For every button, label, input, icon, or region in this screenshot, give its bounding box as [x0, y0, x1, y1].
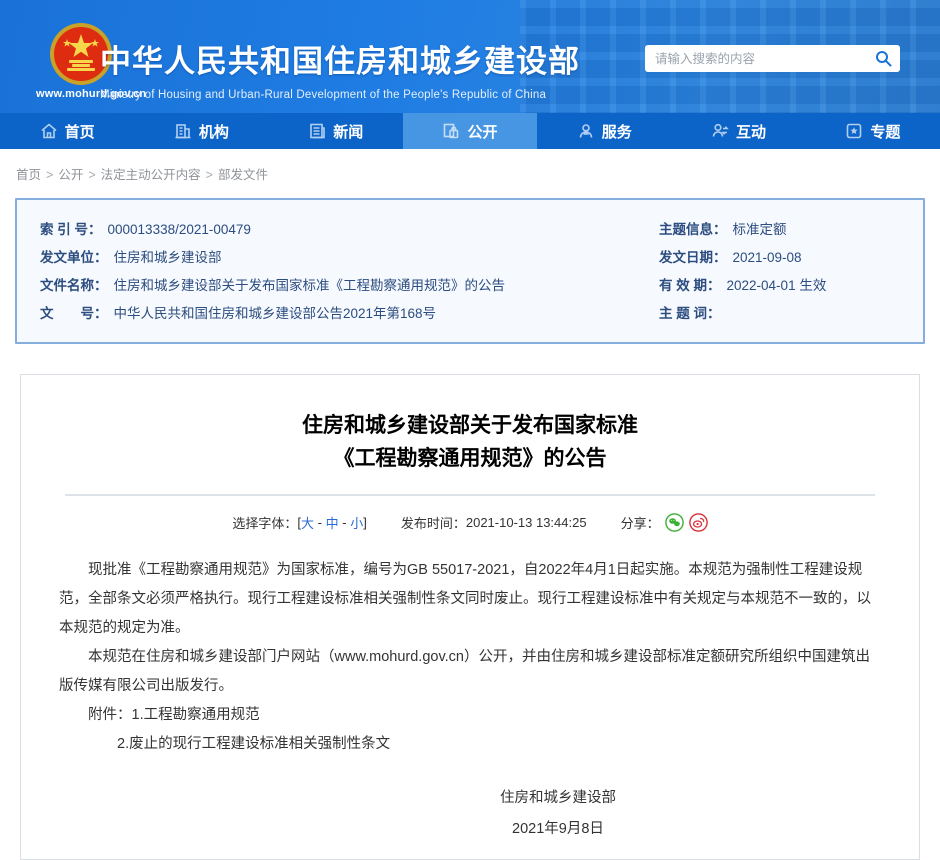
search-input[interactable]	[655, 52, 875, 66]
nav-label: 新闻	[333, 121, 363, 142]
nav-label: 互动	[736, 121, 766, 142]
meta-doc-number: 文 号： 中华人民共和国住房和城乡建设部公告2021年第168号	[40, 300, 637, 328]
meta-value: 住房和城乡建设部	[114, 244, 222, 272]
article-paragraph: 现批准《工程勘察通用规范》为国家标准，编号为GB 55017-2021，自202…	[59, 556, 881, 643]
weibo-share-button[interactable]	[689, 513, 708, 532]
meta-label: 文 号：	[40, 300, 108, 328]
article-title-line1: 住房和城乡建设部关于发布国家标准	[21, 409, 919, 442]
attachment-line-2: 2.废止的现行工程建设标准相关强制性条文	[59, 730, 881, 759]
title-divider	[65, 494, 875, 496]
bracket: ]	[363, 515, 367, 530]
nav-item-services[interactable]: 服务	[537, 113, 671, 149]
article-paragraph: 本规范在住房和城乡建设部门户网站（www.mohurd.gov.cn）公开，并由…	[59, 643, 881, 701]
main-nav: 首页 机构 新闻 公开 服务 互动 专题	[0, 113, 940, 149]
search-icon	[875, 50, 892, 67]
article-info-bar: 选择字体： [ 大 - 中 - 小 ] 发布时间： 2021-10-13 13:…	[21, 513, 919, 532]
wechat-share-button[interactable]	[665, 513, 684, 532]
meta-label: 主题信息：	[659, 216, 727, 244]
nav-item-topics[interactable]: 专题	[806, 113, 940, 149]
publish-time-value: 2021-10-13 13:44:25	[466, 515, 587, 530]
meta-value: 中华人民共和国住房和城乡建设部公告2021年第168号	[114, 300, 437, 328]
meta-value: 住房和城乡建设部关于发布国家标准《工程勘察通用规范》的公告	[114, 272, 506, 300]
meta-issue-date: 发文日期： 2021-09-08	[659, 244, 923, 272]
nav-item-org[interactable]: 机构	[134, 113, 268, 149]
font-size-label: 选择字体：	[232, 513, 297, 532]
dash: -	[339, 515, 351, 530]
nav-label: 服务	[602, 121, 632, 142]
font-size-large-link[interactable]: 大	[301, 513, 314, 532]
meta-keywords: 主 题 词：	[659, 300, 923, 328]
attachment-line-1: 附件：1.工程勘察通用规范	[59, 701, 881, 730]
meta-effective-date: 有 效 期： 2022-04-01 生效	[659, 272, 923, 300]
font-size-medium-link[interactable]: 中	[326, 513, 339, 532]
home-icon	[40, 122, 58, 140]
publish-time-label: 发布时间：	[401, 513, 466, 532]
meta-file-name: 文件名称： 住房和城乡建设部关于发布国家标准《工程勘察通用规范》的公告	[40, 272, 637, 300]
topics-icon	[845, 122, 863, 140]
nav-item-home[interactable]: 首页	[0, 113, 134, 149]
news-icon	[308, 122, 326, 140]
meta-value: 标准定额	[733, 216, 787, 244]
wechat-icon	[665, 513, 684, 532]
breadcrumb-disclosure[interactable]: 公开	[58, 168, 83, 182]
signature-org: 住房和城乡建设部	[147, 783, 940, 814]
breadcrumb-documents[interactable]: 部发文件	[218, 168, 268, 182]
meta-index-number: 索 引 号： 000013338/2021-00479	[40, 216, 637, 244]
document-meta-box: 索 引 号： 000013338/2021-00479 发文单位： 住房和城乡建…	[15, 198, 925, 344]
organization-icon	[174, 122, 192, 140]
meta-issuing-unit: 发文单位： 住房和城乡建设部	[40, 244, 637, 272]
disclosure-icon	[442, 122, 460, 140]
breadcrumb-separator: >	[88, 168, 95, 182]
meta-label: 主 题 词：	[659, 300, 721, 328]
article-container: 住房和城乡建设部关于发布国家标准 《工程勘察通用规范》的公告 选择字体： [ 大…	[20, 374, 920, 860]
article-title: 住房和城乡建设部关于发布国家标准 《工程勘察通用规范》的公告	[21, 409, 919, 475]
dash: -	[314, 515, 326, 530]
breadcrumb-home[interactable]: 首页	[16, 168, 41, 182]
services-icon	[577, 122, 595, 140]
breadcrumb: 首页 > 公开 > 法定主动公开内容 > 部发文件	[0, 149, 940, 195]
signature-block: 住房和城乡建设部 2021年9月8日	[147, 783, 940, 845]
weibo-icon	[689, 513, 708, 532]
site-header: www.mohurd.gov.cn 中华人民共和国住房和城乡建设部 Minist…	[0, 0, 940, 113]
share-label: 分享：	[621, 513, 660, 532]
breadcrumb-separator: >	[206, 168, 213, 182]
nav-item-disclosure[interactable]: 公开	[403, 113, 537, 149]
nav-label: 首页	[65, 121, 95, 142]
signature-date: 2021年9月8日	[147, 814, 940, 845]
meta-label: 索 引 号：	[40, 216, 102, 244]
meta-value: 2022-04-01 生效	[727, 272, 827, 300]
article-title-line2: 《工程勘察通用规范》的公告	[21, 442, 919, 475]
breadcrumb-statutory[interactable]: 法定主动公开内容	[101, 168, 201, 182]
meta-label: 文件名称：	[40, 272, 108, 300]
meta-label: 发文单位：	[40, 244, 108, 272]
nav-label: 公开	[467, 121, 497, 142]
meta-label: 发文日期：	[659, 244, 727, 272]
font-size-small-link[interactable]: 小	[350, 513, 363, 532]
nav-item-interaction[interactable]: 互动	[671, 113, 805, 149]
meta-label: 有 效 期：	[659, 272, 721, 300]
interaction-icon	[711, 122, 729, 140]
site-title: 中华人民共和国住房和城乡建设部	[100, 36, 580, 81]
meta-value: 2021-09-08	[733, 244, 802, 272]
article-body: 现批准《工程勘察通用规范》为国家标准，编号为GB 55017-2021，自202…	[21, 532, 919, 845]
nav-label: 专题	[870, 121, 900, 142]
nav-label: 机构	[199, 121, 229, 142]
search-box[interactable]	[645, 45, 900, 72]
breadcrumb-separator: >	[46, 168, 53, 182]
nav-item-news[interactable]: 新闻	[269, 113, 403, 149]
meta-value: 000013338/2021-00479	[108, 216, 251, 244]
search-button[interactable]	[875, 50, 892, 67]
meta-subject-info: 主题信息： 标准定额	[659, 216, 923, 244]
site-subtitle: Ministry of Housing and Urban-Rural Deve…	[100, 89, 580, 101]
